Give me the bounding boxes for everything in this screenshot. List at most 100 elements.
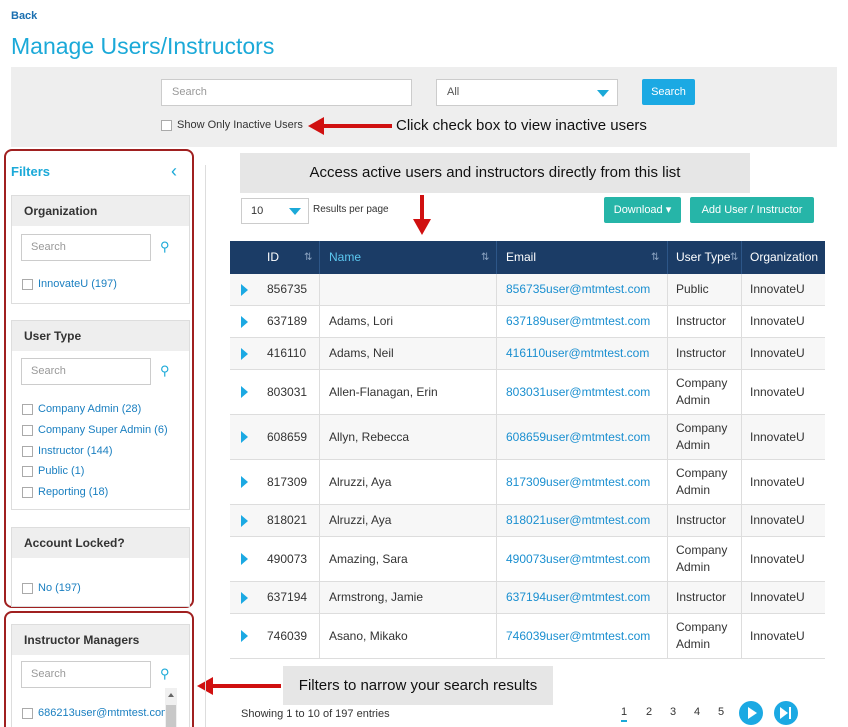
table-row[interactable]: 818021 Alruzzi, Aya 818021user@mtmtest.com… [230,505,825,537]
cell-user-type: Instructor [676,513,727,527]
expand-row-icon[interactable] [241,476,248,488]
search-input[interactable]: Search [161,79,412,106]
search-icon[interactable]: ⚲ [160,363,170,379]
filter-option[interactable]: Reporting (18) [22,486,108,498]
sort-icon[interactable]: ⇅ [481,241,489,274]
table-row[interactable]: 416110 Adams, Neil 416110user@mtmtest.com I… [230,338,825,370]
column-header-user-type[interactable]: User Type ⇅ [668,241,742,274]
sort-icon[interactable]: ⇅ [730,241,738,274]
organization-search-input[interactable]: Search [21,234,151,261]
cell-email[interactable]: 746039user@mtmtest.com [506,628,650,645]
filter-option[interactable]: InnovateU (197) [22,278,117,290]
expand-row-icon[interactable] [241,283,248,296]
filter-option-label: Company Super Admin (6) [38,424,168,436]
expand-row-icon[interactable] [241,630,248,642]
cell-name: Asano, Mikako [329,628,408,643]
table-row[interactable]: 746039 Asano, Mikako 746039user@mtmtest.co… [230,614,825,659]
search-button[interactable]: Search [642,79,695,105]
filter-option[interactable]: Instructor (144) [22,445,113,457]
filter-checkbox[interactable] [22,424,33,436]
cell-name: Alruzzi, Aya [329,513,392,527]
per-page-label: Results per page [313,204,389,215]
cell-email[interactable]: 637189user@mtmtest.com [506,313,650,330]
sort-icon[interactable]: ⇅ [651,241,659,274]
scroll-up-icon[interactable] [168,693,174,697]
inactive-label: Show Only Inactive Users [177,119,303,131]
download-button[interactable]: Download ▾ [604,197,681,223]
download-label: Download [613,204,663,216]
expand-row-icon[interactable] [241,347,248,360]
filter-checkbox[interactable] [22,403,33,415]
column-header-id[interactable]: ID ⇅ [230,241,320,274]
filter-option[interactable]: Company Admin (28) [22,403,141,415]
cell-organization: InnovateU [750,513,805,527]
cell-user-type: Public [676,282,709,296]
add-user-button[interactable]: Add User / Instructor [690,197,814,223]
filter-option[interactable]: 686213user@mtmtest.com [22,707,170,719]
expand-row-icon[interactable] [241,431,248,443]
inactive-users-toggle[interactable]: Show Only Inactive Users [161,119,303,131]
chevron-down-icon [289,208,301,215]
back-link[interactable]: Back [11,10,37,22]
cell-email[interactable]: 818021user@mtmtest.com [506,512,650,529]
page-1[interactable]: 1 [621,706,628,722]
filters-scrollbar[interactable] [165,688,177,727]
expand-row-icon[interactable] [241,553,248,565]
expand-row-icon[interactable] [241,591,248,604]
filter-option[interactable]: No (197) [22,582,81,594]
per-page-select[interactable]: 10 [241,198,309,224]
expand-row-icon[interactable] [241,514,248,527]
sort-icon[interactable]: ⇅ [304,241,312,274]
last-page-icon[interactable] [774,701,798,725]
table-row[interactable]: 637189 Adams, Lori 637189user@mtmtest.com I… [230,306,825,338]
filter-option[interactable]: Company Super Admin (6) [22,424,168,436]
page-3[interactable]: 3 [670,706,676,718]
search-icon[interactable]: ⚲ [160,666,170,682]
cell-name: Adams, Lori [329,314,394,328]
chevron-left-icon[interactable]: ‹ [171,161,177,182]
cell-name: Amazing, Sara [329,551,408,566]
column-header-name[interactable]: Name ⇅ [320,241,497,274]
table-row[interactable]: 817309 Alruzzi, Aya 817309user@mtmtest.com… [230,460,825,505]
entries-summary: Showing 1 to 10 of 197 entries [241,708,390,720]
cell-organization: InnovateU [750,474,805,489]
instructor-managers-search-input[interactable]: Search [21,661,151,688]
filter-checkbox[interactable] [22,445,33,457]
filter-option-label: Reporting (18) [38,486,109,498]
cell-email[interactable]: 490073user@mtmtest.com [506,551,650,568]
table-row[interactable]: 856735 856735user@mtmtest.com Public Innova… [230,274,825,306]
user-type-search-input[interactable]: Search [21,358,151,385]
expand-row-icon[interactable] [241,386,248,398]
next-page-icon[interactable] [739,701,763,725]
cell-email[interactable]: 608659user@mtmtest.com [506,429,650,446]
column-header-email[interactable]: Email ⇅ [497,241,668,274]
page-4[interactable]: 4 [694,706,700,718]
filter-checkbox[interactable] [22,582,33,594]
table-row[interactable]: 637194 Armstrong, Jamie 637194user@mtmtest… [230,582,825,614]
inactive-checkbox[interactable] [161,119,172,131]
filter-option[interactable]: Public (1) [22,465,84,477]
cell-email[interactable]: 637194user@mtmtest.com [506,589,650,606]
expand-row-icon[interactable] [241,315,248,328]
column-header-organization[interactable]: Organization [742,241,825,274]
table-row[interactable]: 803031 Allen-Flanagan, Erin 803031user@mtm… [230,370,825,415]
status-select[interactable]: All [436,79,618,106]
cell-email[interactable]: 416110user@mtmtest.com [506,345,649,362]
annotation-arrow-filters [197,677,281,695]
page-5[interactable]: 5 [718,706,724,718]
table-row[interactable]: 490073 Amazing, Sara 490073user@mtmtest.co… [230,537,825,582]
cell-email[interactable]: 817309user@mtmtest.com [506,474,650,491]
cell-id: 608659 [267,429,308,444]
cell-organization: InnovateU [750,384,805,399]
scroll-thumb[interactable] [166,705,176,727]
filter-checkbox[interactable] [22,465,33,477]
cell-organization: InnovateU [750,628,805,643]
cell-email[interactable]: 856735user@mtmtest.com [506,281,650,298]
table-row[interactable]: 608659 Allyn, Rebecca 608659user@mtmtest.c… [230,415,825,460]
cell-email[interactable]: 803031user@mtmtest.com [506,384,650,401]
page-2[interactable]: 2 [646,706,652,718]
filter-checkbox[interactable] [22,278,33,290]
filter-checkbox[interactable] [22,707,33,719]
filter-checkbox[interactable] [22,486,33,498]
search-icon[interactable]: ⚲ [160,239,170,255]
